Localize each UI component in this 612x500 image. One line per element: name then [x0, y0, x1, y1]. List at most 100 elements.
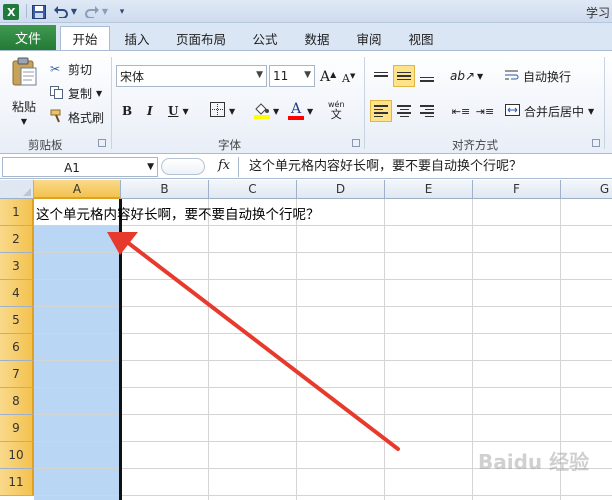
cut-button[interactable]: ✂ 剪切 — [50, 60, 92, 78]
wrap-text-button[interactable]: 自动换行 — [505, 67, 571, 85]
ribbon: 粘贴 ▼ ✂ 剪切 复制 ▼ 格式刷 剪贴板 宋体 ▼ 11 ▼ A ▲ A ▼ B… — [0, 50, 612, 154]
font-color-icon: A — [288, 102, 304, 120]
merge-center-dropdown-icon[interactable]: ▼ — [588, 107, 594, 116]
paintbrush-icon — [50, 109, 66, 125]
cut-label: 剪切 — [68, 62, 93, 77]
orientation-icon: ab↗ — [450, 69, 476, 83]
save-icon[interactable] — [30, 3, 48, 20]
name-box-value: A1 — [64, 161, 80, 175]
tab-page-layout[interactable]: 页面布局 — [168, 26, 234, 50]
font-launcher-icon[interactable] — [352, 139, 360, 147]
redo-icon[interactable] — [83, 3, 101, 20]
font-size-value: 11 — [273, 69, 289, 83]
underline-button[interactable]: U ▼ — [168, 101, 189, 121]
font-name-dropdown-icon[interactable]: ▼ — [256, 70, 263, 80]
align-center-icon — [397, 105, 411, 117]
align-top-button[interactable] — [370, 65, 392, 87]
watermark: Baidu 经验 — [478, 450, 590, 474]
paste-dropdown-icon[interactable]: ▼ — [21, 117, 27, 126]
grow-font-button[interactable]: A ▲ — [320, 67, 336, 87]
increase-indent-icon: ⇥≡ — [475, 104, 495, 118]
phonetic-guide-button[interactable]: wén 文 — [328, 101, 345, 121]
decrease-indent-button[interactable]: ⇤≡ — [450, 100, 472, 122]
name-box[interactable]: A1 ▼ — [2, 157, 158, 177]
borders-dropdown-icon[interactable]: ▼ — [229, 107, 235, 116]
bold-button[interactable]: B — [122, 101, 136, 121]
align-bottom-icon — [420, 76, 434, 82]
alignment-launcher-icon[interactable] — [592, 139, 600, 147]
align-left-icon — [374, 105, 388, 117]
merge-center-button[interactable]: 合并后居中 ▼ — [505, 102, 594, 120]
alignment-group-label: 对齐方式 — [452, 138, 498, 152]
formula-bar: A1 ▼ fx 这个单元格内容好长啊，要不要自动换个行呢？ — [0, 155, 612, 179]
phonetic-icon: 文 — [330, 108, 342, 121]
customize-quick-access-icon[interactable]: ▾ — [116, 3, 128, 20]
fill-color-dropdown-icon[interactable]: ▼ — [273, 107, 279, 116]
italic-button[interactable]: I — [147, 101, 157, 121]
copy-dropdown-icon[interactable]: ▼ — [96, 89, 102, 98]
fill-color-button[interactable]: ▼ — [254, 100, 279, 122]
align-center-button[interactable] — [393, 100, 415, 122]
clipboard-group-label: 剪贴板 — [28, 138, 63, 152]
copy-button[interactable]: 复制 ▼ — [50, 84, 102, 102]
fill-bucket-icon — [254, 103, 270, 119]
align-middle-button[interactable] — [393, 65, 415, 87]
increase-indent-button[interactable]: ⇥≡ — [474, 100, 496, 122]
excel-icon[interactable]: X — [2, 3, 20, 20]
wrap-text-label: 自动换行 — [523, 69, 572, 84]
decrease-indent-icon: ⇤≡ — [451, 104, 471, 118]
undo-icon[interactable] — [52, 3, 70, 20]
shrink-font-icon: ▼ — [349, 72, 356, 80]
borders-button[interactable]: ▼ — [210, 101, 235, 121]
name-box-dropdown-icon[interactable]: ▼ — [147, 162, 154, 172]
svg-text:X: X — [7, 6, 16, 19]
align-top-icon — [374, 71, 388, 81]
align-right-icon — [420, 105, 434, 117]
window-title: 学习 — [585, 6, 610, 20]
worksheet-grid[interactable]: ABCDEFG 1 2 3 4 5 6 7 8 9 10 11 这个单元格内容好长啊，要不要自动换个… — [0, 180, 612, 500]
shrink-font-button[interactable]: A ▼ — [342, 69, 355, 87]
tab-file[interactable]: 文件 — [0, 25, 56, 50]
format-painter-button[interactable]: 格式刷 — [50, 108, 104, 126]
align-left-button[interactable] — [370, 100, 392, 122]
font-size-combo[interactable]: 11 ▼ — [269, 65, 315, 87]
font-name-value: 宋体 — [120, 69, 145, 84]
paste-icon — [10, 57, 38, 90]
tab-home[interactable]: 开始 — [60, 26, 110, 50]
font-size-dropdown-icon[interactable]: ▼ — [304, 70, 311, 80]
grow-font-label: A — [320, 69, 331, 85]
font-color-dropdown-icon[interactable]: ▼ — [307, 107, 313, 116]
font-group-label: 字体 — [218, 138, 241, 152]
tab-review[interactable]: 审阅 — [348, 26, 390, 50]
shrink-font-label: A — [342, 71, 350, 85]
orientation-button[interactable]: ab↗ ▼ — [450, 67, 483, 85]
copy-label: 复制 — [68, 86, 93, 101]
merge-center-label: 合并后居中 — [524, 104, 585, 119]
borders-icon — [210, 102, 225, 120]
insert-function-icon[interactable]: fx — [218, 158, 230, 173]
align-bottom-button[interactable] — [416, 65, 438, 87]
paste-button[interactable]: 粘贴 ▼ — [6, 55, 42, 133]
tab-insert[interactable]: 插入 — [116, 26, 158, 50]
font-color-button[interactable]: A ▼ — [288, 100, 313, 122]
undo-dropdown-icon[interactable]: ▼ — [70, 3, 78, 20]
formula-input[interactable]: 这个单元格内容好长啊，要不要自动换个行呢？ — [238, 157, 612, 177]
align-right-button[interactable] — [416, 100, 438, 122]
orientation-dropdown-icon[interactable]: ▼ — [477, 72, 483, 81]
underline-dropdown-icon[interactable]: ▼ — [182, 107, 188, 116]
font-name-combo[interactable]: 宋体 ▼ — [116, 65, 267, 87]
fill-color-swatch — [254, 115, 270, 119]
formula-bar-handle[interactable] — [161, 158, 205, 175]
redo-dropdown-icon[interactable]: ▼ — [101, 3, 109, 20]
font-color-swatch — [288, 116, 304, 120]
format-painter-label: 格式刷 — [68, 110, 105, 125]
merge-center-icon — [505, 103, 520, 119]
ribbon-tabs: 文件 开始 插入 页面布局 公式 数据 审阅 视图 — [0, 23, 612, 50]
tab-formulas[interactable]: 公式 — [244, 26, 286, 50]
wrap-text-icon — [505, 69, 519, 84]
clipboard-launcher-icon[interactable] — [98, 139, 106, 147]
tab-data[interactable]: 数据 — [296, 26, 338, 50]
underline-label: U — [168, 104, 179, 118]
tab-view[interactable]: 视图 — [400, 26, 442, 50]
copy-icon — [50, 85, 66, 101]
